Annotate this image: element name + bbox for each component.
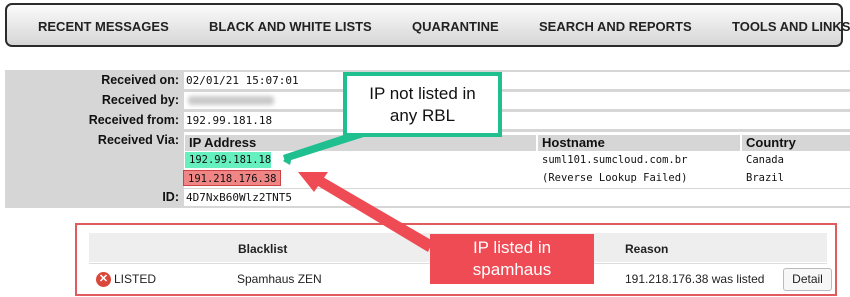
callout-listed-text: IP listed in spamhaus bbox=[472, 238, 552, 279]
annotation-arrows bbox=[283, 129, 433, 252]
callout-not-listed: IP not listed in any RBL bbox=[343, 72, 502, 137]
callout-not-listed-text: IP not listed in any RBL bbox=[369, 83, 476, 125]
callout-listed: IP listed in spamhaus bbox=[430, 234, 594, 284]
red-arrow bbox=[318, 177, 433, 252]
